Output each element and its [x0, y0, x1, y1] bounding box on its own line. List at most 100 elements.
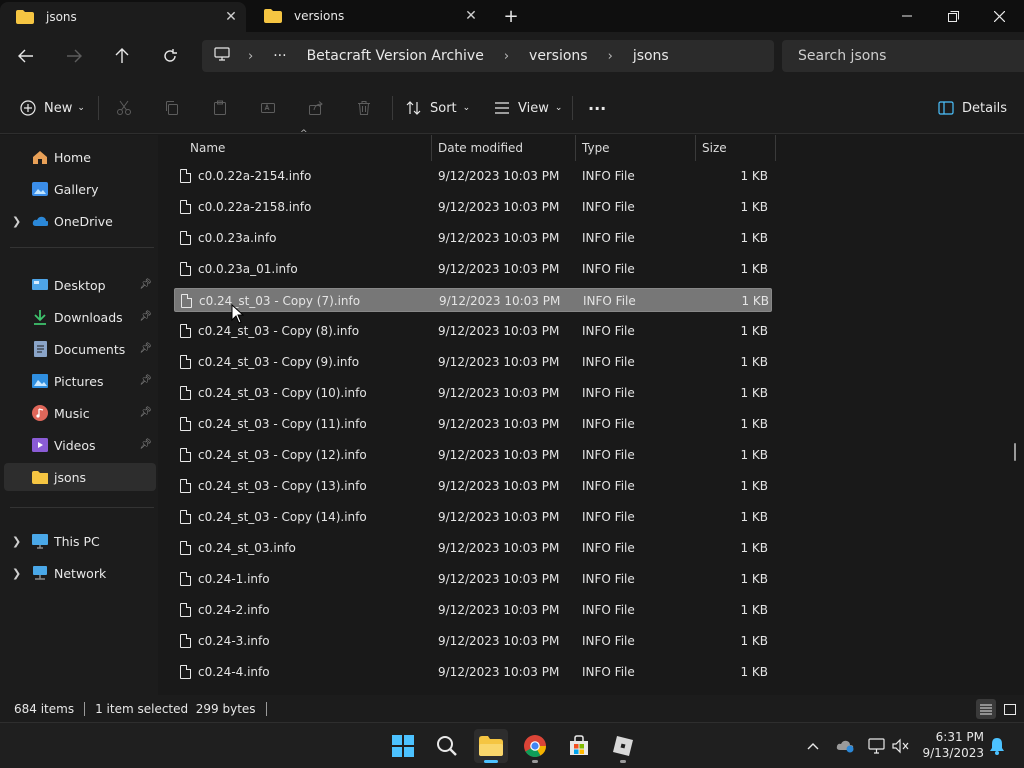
- folder-icon: [16, 10, 34, 24]
- close-tab-icon[interactable]: ✕: [216, 9, 246, 25]
- cut-button[interactable]: [116, 94, 132, 122]
- column-header-size[interactable]: Size: [696, 135, 776, 161]
- details-view-button[interactable]: [976, 699, 996, 719]
- close-tab-icon[interactable]: ✕: [456, 8, 486, 24]
- sidebar-item-pictures[interactable]: Pictures 📌︎: [4, 367, 156, 395]
- sidebar-item-music[interactable]: Music 📌︎: [4, 399, 156, 427]
- tiles-view-button[interactable]: [1000, 699, 1020, 719]
- taskbar-chrome[interactable]: [518, 729, 552, 763]
- file-row[interactable]: c0.24_st_03 - Copy (13).info 9/12/2023 10…: [174, 474, 772, 498]
- onedrive-tray[interactable]: [834, 735, 856, 757]
- column-header-name[interactable]: Name ^: [184, 129, 432, 161]
- sidebar-item-documents[interactable]: Documents 📌︎: [4, 335, 156, 363]
- start-button[interactable]: [386, 729, 420, 763]
- show-hidden-icons-button[interactable]: [802, 735, 824, 757]
- chevron-right-icon[interactable]: ❯: [4, 535, 32, 548]
- column-header-label: Size: [702, 141, 727, 155]
- pin-icon[interactable]: 📌︎: [139, 343, 152, 354]
- address-bar[interactable]: › ··· Betacraft Version Archive › versio…: [202, 40, 774, 72]
- pin-icon[interactable]: 📌︎: [139, 375, 152, 386]
- file-row[interactable]: c0.24_st_03 - Copy (7).info 9/12/2023 10:…: [174, 288, 772, 312]
- new-tab-button[interactable]: +: [498, 4, 524, 28]
- forward-button[interactable]: [58, 40, 90, 72]
- rename-button[interactable]: [260, 94, 276, 122]
- chevron-right-icon[interactable]: ❯: [4, 567, 32, 580]
- file-row[interactable]: c0.24-1.info 9/12/2023 10:03 PM INFO File 1…: [174, 567, 772, 591]
- refresh-icon: [164, 49, 177, 62]
- up-button[interactable]: [106, 40, 138, 72]
- address-overflow-button[interactable]: ···: [273, 48, 286, 64]
- taskbar-store[interactable]: [562, 729, 596, 763]
- notifications-button[interactable]: [986, 735, 1008, 757]
- sidebar-item-jsons[interactable]: jsons: [4, 463, 156, 491]
- pin-icon[interactable]: 📌︎: [139, 279, 152, 290]
- file-row[interactable]: c0.24_st_03 - Copy (11).info 9/12/2023 10…: [174, 412, 772, 436]
- file-name: c0.24-2.info: [198, 603, 270, 617]
- copy-button[interactable]: [164, 94, 180, 122]
- details-button[interactable]: Details: [938, 94, 1007, 122]
- taskbar-file-explorer[interactable]: [474, 729, 508, 763]
- file-row[interactable]: c0.24-3.info 9/12/2023 10:03 PM INFO File 1…: [174, 629, 772, 653]
- file-date-modified: 9/12/2023 10:03 PM: [438, 231, 560, 245]
- file-row[interactable]: c0.0.22a-2158.info 9/12/2023 10:03 PM INFO…: [174, 195, 772, 219]
- back-button[interactable]: [10, 40, 42, 72]
- more-options-button[interactable]: ···: [588, 94, 606, 122]
- file-row[interactable]: c0.24-4.info 9/12/2023 10:03 PM INFO File 1…: [174, 660, 772, 684]
- minimize-button[interactable]: [884, 0, 930, 32]
- tab-jsons[interactable]: jsons ✕: [0, 2, 246, 32]
- volume-tray[interactable]: [890, 735, 912, 757]
- column-header-type[interactable]: Type: [576, 135, 696, 161]
- sidebar-item-videos[interactable]: Videos 📌︎: [4, 431, 156, 459]
- sidebar-item-label: Pictures: [54, 373, 104, 389]
- file-row[interactable]: c0.0.23a.info 9/12/2023 10:03 PM INFO File…: [174, 226, 772, 250]
- sort-button[interactable]: Sort ⌄: [406, 94, 470, 122]
- search-button[interactable]: [430, 729, 464, 763]
- new-button[interactable]: New ⌄: [20, 94, 85, 122]
- sidebar-item-network[interactable]: ❯ Network: [4, 559, 156, 587]
- sidebar-item-this-pc[interactable]: ❯ This PC: [4, 527, 156, 555]
- sidebar-item-onedrive[interactable]: ❯ OneDrive: [4, 207, 156, 235]
- file-row[interactable]: c0.24_st_03 - Copy (8).info 9/12/2023 10:…: [174, 319, 772, 343]
- file-size: 1 KB: [740, 665, 768, 679]
- breadcrumb-betacraft[interactable]: Betacraft Version Archive: [307, 48, 484, 64]
- share-button[interactable]: [308, 94, 324, 122]
- chevron-right-icon[interactable]: ›: [504, 49, 509, 64]
- file-row[interactable]: c0.24_st_03 - Copy (12).info 9/12/2023 10…: [174, 443, 772, 467]
- chevron-right-icon[interactable]: ›: [608, 49, 613, 64]
- monitor-icon[interactable]: [214, 47, 230, 65]
- chevron-right-icon[interactable]: ❯: [4, 215, 32, 228]
- file-row[interactable]: c0.24_st_03 - Copy (14).info 9/12/2023 10…: [174, 505, 772, 529]
- scrollbar-thumb[interactable]: [1014, 443, 1016, 461]
- file-row[interactable]: c0.24_st_03.info 9/12/2023 10:03 PM INFO F…: [174, 536, 772, 560]
- pin-icon[interactable]: 📌︎: [139, 407, 152, 418]
- file-row[interactable]: c0.0.23a_01.info 9/12/2023 10:03 PM INFO F…: [174, 257, 772, 281]
- sidebar-item-downloads[interactable]: Downloads 📌︎: [4, 303, 156, 331]
- file-row[interactable]: c0.24_st_03 - Copy (10).info 9/12/2023 10…: [174, 381, 772, 405]
- breadcrumb-jsons[interactable]: jsons: [633, 48, 669, 64]
- column-header-date[interactable]: Date modified: [432, 135, 576, 161]
- view-button[interactable]: View ⌄: [494, 94, 562, 122]
- sidebar-item-gallery[interactable]: Gallery: [4, 175, 156, 203]
- file-row[interactable]: c0.0.22a-2154.info 9/12/2023 10:03 PM INFO…: [174, 164, 772, 188]
- search-input[interactable]: Search jsons: [782, 40, 1024, 72]
- taskbar-roblox[interactable]: [606, 729, 640, 763]
- file-date-modified: 9/12/2023 10:03 PM: [438, 603, 560, 617]
- tab-versions[interactable]: versions ✕: [248, 0, 486, 32]
- divider: [84, 701, 86, 716]
- file-row[interactable]: c0.24_st_03 - Copy (9).info 9/12/2023 10:…: [174, 350, 772, 374]
- refresh-button[interactable]: [154, 40, 186, 72]
- network-tray[interactable]: [866, 735, 888, 757]
- clock[interactable]: 6:31 PM 9/13/2023: [918, 729, 984, 761]
- pin-icon[interactable]: 📌︎: [139, 439, 152, 450]
- details-pane-icon: [938, 101, 954, 115]
- paste-button[interactable]: [212, 94, 228, 122]
- file-row[interactable]: c0.24-2.info 9/12/2023 10:03 PM INFO File 1…: [174, 598, 772, 622]
- pin-icon[interactable]: 📌︎: [139, 311, 152, 322]
- chevron-right-icon[interactable]: ›: [248, 49, 253, 64]
- close-window-button[interactable]: [976, 0, 1022, 32]
- delete-button[interactable]: [356, 94, 372, 122]
- sidebar-item-desktop[interactable]: Desktop 📌︎: [4, 271, 156, 299]
- sidebar-item-home[interactable]: Home: [4, 143, 156, 171]
- breadcrumb-versions[interactable]: versions: [529, 48, 588, 64]
- maximize-button[interactable]: [930, 0, 976, 32]
